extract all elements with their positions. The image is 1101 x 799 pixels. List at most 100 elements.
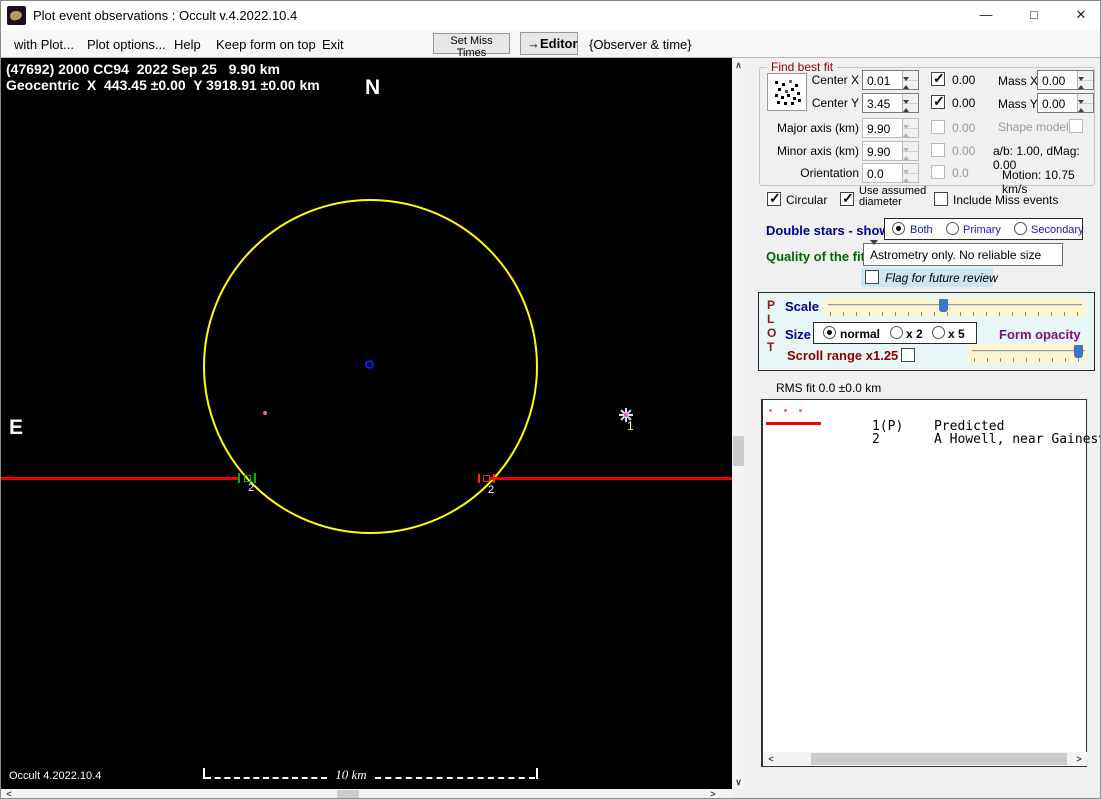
- scroll-right-icon[interactable]: >: [1073, 753, 1085, 765]
- shape-model-checkbox[interactable]: [1069, 119, 1083, 133]
- radio-size-x2-label: x 2: [906, 327, 923, 341]
- observer-time-label[interactable]: {Observer & time}: [589, 37, 692, 52]
- scroll-right-icon[interactable]: >: [707, 789, 719, 798]
- use-assumed-label: Use assumed diameter: [859, 185, 927, 208]
- center-x-input[interactable]: [863, 71, 902, 89]
- motion-label: Motion: 10.75 km/s: [1002, 168, 1075, 196]
- mass-y-label: Mass Y: [998, 97, 1038, 111]
- menu-help[interactable]: Help: [174, 37, 201, 52]
- list-item[interactable]: 2A Howell, near Gainesville: [825, 417, 1100, 462]
- disappearance-tick-icon: [238, 473, 240, 483]
- radio-size-x2[interactable]: [890, 326, 903, 339]
- scroll-range-label: Scroll range x1.25: [787, 348, 899, 363]
- editor-button[interactable]: →Editor: [520, 32, 578, 55]
- quality-dropdown[interactable]: Astrometry only. No reliable size: [863, 240, 1063, 266]
- quality-value: Astrometry only. No reliable size: [870, 248, 1042, 262]
- radio-size-normal[interactable]: [823, 326, 836, 339]
- orientation-input[interactable]: [863, 164, 902, 182]
- use-assumed-checkbox[interactable]: [840, 190, 854, 207]
- center-y-spinner[interactable]: [862, 93, 919, 118]
- reappearance-tick-icon: [478, 474, 480, 483]
- radio-both-label: Both: [910, 224, 933, 236]
- window-title: Plot event observations : Occult v.4.202…: [33, 8, 298, 23]
- size-label: Size: [785, 327, 812, 342]
- major-axis-spinner[interactable]: [862, 118, 919, 143]
- listbox-hscroll-thumb[interactable]: [811, 753, 1067, 765]
- minimize-button[interactable]: —: [969, 1, 1003, 29]
- hscroll-thumb[interactable]: [337, 790, 359, 798]
- plot-vscrollbar[interactable]: ∧ ∨: [732, 58, 745, 789]
- scalebar-dash-right: [375, 777, 535, 779]
- chevron-down-icon[interactable]: [870, 240, 888, 264]
- radio-secondary[interactable]: [1014, 222, 1027, 235]
- listbox-hscrollbar[interactable]: < >: [763, 752, 1087, 766]
- plot-geocentric: Geocentric X 443.45 ±0.00 Y 3918.91 ±0.0…: [6, 77, 320, 93]
- plot-letter-l: L: [767, 312, 775, 326]
- major-axis-checkbox[interactable]: [931, 120, 945, 134]
- minor-axis-spinner[interactable]: [862, 141, 919, 166]
- mass-y-spinner[interactable]: [1037, 93, 1094, 118]
- form-opacity-slider-thumb[interactable]: [1074, 345, 1083, 358]
- orientation-spinner[interactable]: [862, 163, 919, 188]
- scale-slider[interactable]: [824, 298, 1086, 317]
- plot-letter-o: O: [767, 326, 777, 340]
- circular-checkbox[interactable]: [767, 190, 781, 207]
- find-best-fit-title: Find best fit: [767, 60, 838, 74]
- center-dot: [365, 360, 374, 369]
- maximize-button[interactable]: □: [1017, 1, 1051, 29]
- major-axis-input[interactable]: [863, 119, 902, 137]
- radio-primary-label: Primary: [963, 224, 1001, 236]
- plot-hscrollbar[interactable]: < >: [1, 789, 732, 798]
- center-y-input[interactable]: [863, 94, 902, 112]
- observations-listbox[interactable]: 1(P)Predicted 2A Howell, near Gainesvill…: [761, 399, 1100, 767]
- radio-primary[interactable]: [946, 222, 959, 235]
- predicted-symbol-icon: [769, 409, 772, 412]
- plot-letter-t: T: [767, 340, 775, 354]
- scale-label: Scale: [785, 299, 819, 314]
- scale-slider-thumb[interactable]: [939, 299, 948, 312]
- form-opacity-slider[interactable]: [968, 344, 1089, 363]
- minor-axis-input[interactable]: [863, 142, 902, 160]
- plot-canvas[interactable]: (47692) 2000 CC94 2022 Sep 25 9.90 km Ge…: [1, 58, 732, 789]
- radio-both[interactable]: [892, 222, 905, 235]
- chord-left-label: 2: [248, 482, 255, 494]
- center-x-spinner[interactable]: [862, 70, 919, 95]
- menu-keep-on-top[interactable]: Keep form on top: [216, 37, 316, 52]
- scroll-down-icon[interactable]: ∨: [732, 776, 745, 788]
- star-marker-label: 1: [627, 419, 634, 433]
- center-y-checkbox[interactable]: [931, 93, 945, 110]
- menu-plot-options[interactable]: Plot options...: [87, 37, 166, 52]
- mass-x-spinner[interactable]: [1037, 70, 1094, 95]
- radio-size-x5[interactable]: [932, 326, 945, 339]
- center-x-checkbox[interactable]: [931, 70, 945, 87]
- predicted-point: [263, 411, 267, 415]
- set-miss-times-button[interactable]: Set Miss Times: [433, 33, 510, 59]
- plot-letter-p: P: [767, 298, 776, 312]
- north-label: N: [365, 76, 381, 99]
- chord-left-segment: [1, 477, 240, 480]
- minor-axis-checkbox[interactable]: [931, 143, 945, 157]
- chord-right-segment: [490, 477, 732, 480]
- flag-review-checkbox[interactable]: [865, 270, 879, 284]
- mass-y-input[interactable]: [1038, 94, 1077, 112]
- minor-axis-resid: 0.00: [952, 144, 976, 158]
- scroll-range-checkbox[interactable]: [901, 348, 915, 362]
- menu-with-plot[interactable]: with Plot...: [14, 37, 74, 52]
- scroll-left-icon[interactable]: <: [3, 789, 15, 798]
- vscroll-thumb[interactable]: [733, 436, 744, 466]
- quality-label: Quality of the fit: [766, 249, 865, 264]
- center-y-resid: 0.00: [952, 96, 976, 110]
- plot-title: (47692) 2000 CC94 2022 Sep 25 9.90 km: [6, 61, 280, 77]
- scroll-up-icon[interactable]: ∧: [732, 59, 745, 71]
- flag-review-label: Flag for future review: [885, 271, 998, 285]
- center-x-label: Center X: [811, 73, 859, 87]
- east-label: E: [9, 416, 24, 439]
- menu-exit[interactable]: Exit: [322, 37, 344, 52]
- orientation-checkbox[interactable]: [931, 165, 945, 179]
- include-miss-checkbox[interactable]: [934, 192, 948, 206]
- orientation-label: Orientation: [800, 166, 859, 180]
- scroll-left-icon[interactable]: <: [765, 753, 777, 765]
- minor-axis-label: Minor axis (km): [776, 144, 859, 158]
- close-button[interactable]: ✕: [1064, 1, 1098, 29]
- mass-x-input[interactable]: [1038, 71, 1077, 89]
